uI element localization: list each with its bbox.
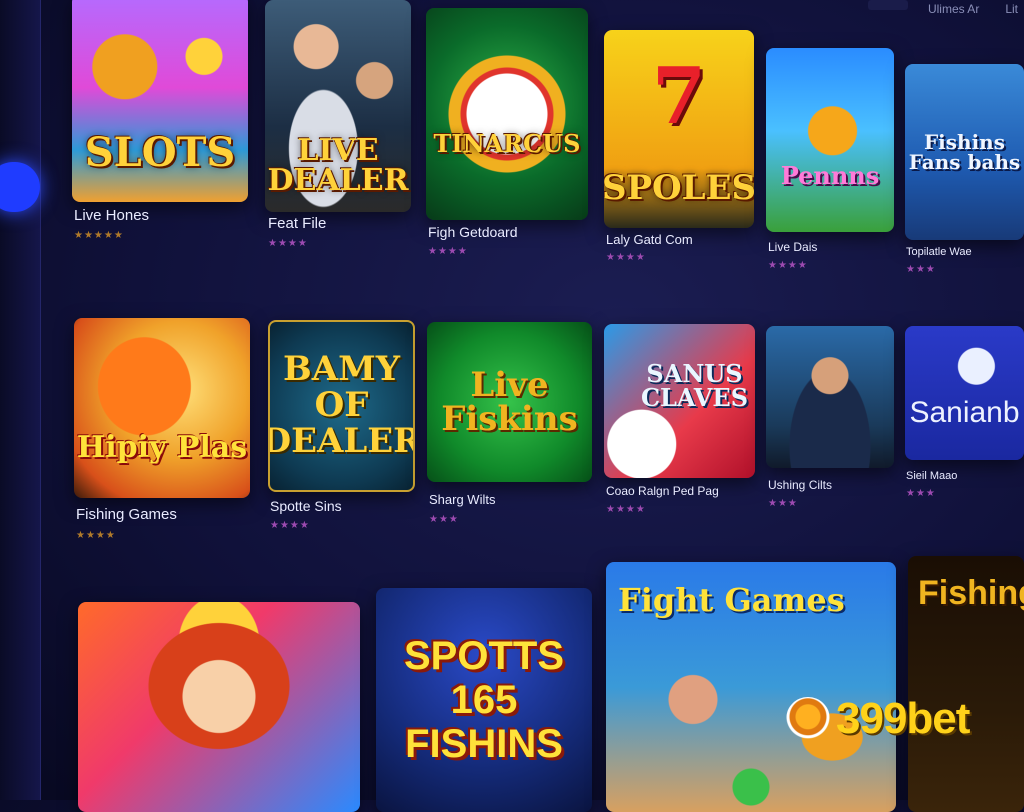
rating-stars: ★★★★ <box>76 530 116 541</box>
game-tile-title: Fight Games <box>618 581 845 619</box>
game-tile-fishins[interactable]: Fishins Fans bahs <box>905 64 1024 240</box>
lucky-seven-icon: 7 <box>651 51 707 142</box>
rating-stars: ★★★ <box>768 498 798 509</box>
rating-stars: ★★★★ <box>268 238 308 249</box>
rating-stars: ★★★ <box>906 488 936 499</box>
game-tile-title: SLOTS <box>84 129 236 176</box>
rating-stars: ★★★★★ <box>74 230 124 241</box>
game-name[interactable]: Coao Ralgn Ped Pag <box>606 484 719 498</box>
game-tile-slots[interactable]: SLOTS <box>72 0 248 202</box>
game-tile-tinarcus[interactable]: TINARCUS <box>426 8 588 220</box>
game-name[interactable]: Sharg Wilts <box>429 492 495 507</box>
game-tile-title: Live Fiskins <box>441 365 578 439</box>
rating-stars: ★★★★ <box>428 246 468 257</box>
game-tile-pennns[interactable]: Pennns <box>766 48 894 232</box>
game-name[interactable]: Sieil Maao <box>906 470 957 482</box>
rating-stars: ★★★ <box>906 264 936 275</box>
game-name[interactable]: Figh Getdoard <box>428 224 518 240</box>
game-tile-title: Fishing <box>918 574 1024 612</box>
rating-stars: ★★★★ <box>270 520 310 531</box>
game-tile-bamy-of-dealer[interactable]: BAMY OF DEALER <box>268 320 415 492</box>
sidebar <box>0 0 41 800</box>
tiger-logo-icon <box>786 697 830 741</box>
character-art <box>766 326 894 468</box>
game-name[interactable]: Feat File <box>268 215 326 232</box>
game-name[interactable]: Spotte Sins <box>270 498 342 514</box>
game-tile-sanus-claves[interactable]: SANUS CLAVES <box>604 324 755 478</box>
game-tile-title: SPOTTS 165 FISHINS <box>403 634 565 766</box>
game-tile-title: Pennns <box>780 161 880 190</box>
top-nav-placeholder <box>867 0 908 10</box>
orange-fruit-icon <box>766 48 894 232</box>
rating-stars: ★★★ <box>429 514 459 525</box>
top-nav: Ulimes Ar Lit <box>867 0 1024 18</box>
brand-wordmark: 399bet <box>836 694 970 743</box>
game-tile-title: Hipiy Plas <box>76 430 248 465</box>
game-name[interactable]: Live Dais <box>768 240 817 254</box>
brand-logo: 399bet <box>786 694 970 744</box>
game-tile-sanianb[interactable]: Sanianb <box>905 326 1024 460</box>
game-name[interactable]: Topilatle Wae <box>906 246 972 258</box>
rating-stars: ★★★★ <box>768 260 808 271</box>
dragon-art <box>74 318 250 498</box>
game-tile-officer[interactable] <box>766 326 894 468</box>
game-name[interactable]: Fishing Games <box>76 506 177 523</box>
game-name[interactable]: Ushing Cilts <box>768 478 832 492</box>
game-name[interactable]: Live Hones <box>74 207 149 224</box>
game-tile-warrior-queen[interactable] <box>78 602 360 812</box>
game-tile-hipiy-plas[interactable]: Hipiy Plas <box>74 318 250 498</box>
game-tile-spotts-165-fishins[interactable]: SPOTTS 165 FISHINS <box>376 588 592 812</box>
rating-stars: ★★★★ <box>606 252 646 263</box>
rating-stars: ★★★★ <box>606 504 646 515</box>
game-tile-title: BAMY OF DEALER <box>268 349 415 461</box>
game-tile-fight-games[interactable]: Fight Games <box>606 562 896 812</box>
game-tile-title: TINARCUS <box>433 129 581 158</box>
flame-logo-icon <box>905 326 1024 460</box>
warrior-queen-art <box>78 602 360 812</box>
game-tile-live-fiskins[interactable]: Live Fiskins <box>427 322 592 482</box>
game-tile-title: LIVE DEALER <box>267 133 409 198</box>
game-tile-spoles[interactable]: 7 SPOLES <box>604 30 754 228</box>
game-name[interactable]: Laly Gatd Com <box>606 232 693 247</box>
game-tile-fishing[interactable]: Fishing <box>908 556 1024 812</box>
game-tile-live-dealer[interactable]: LIVE DEALER <box>265 0 411 212</box>
top-nav-link-2[interactable]: Lit <box>999 0 1024 18</box>
soccer-ball-icon <box>426 8 588 220</box>
game-tile-title: SPOLES <box>604 168 754 208</box>
game-tile-title: Fishins Fans bahs <box>908 130 1021 174</box>
top-nav-link-1[interactable]: Ulimes Ar <box>922 0 985 18</box>
game-tile-title: Sanianb <box>909 396 1020 429</box>
game-tile-title: SANUS CLAVES <box>640 359 749 412</box>
